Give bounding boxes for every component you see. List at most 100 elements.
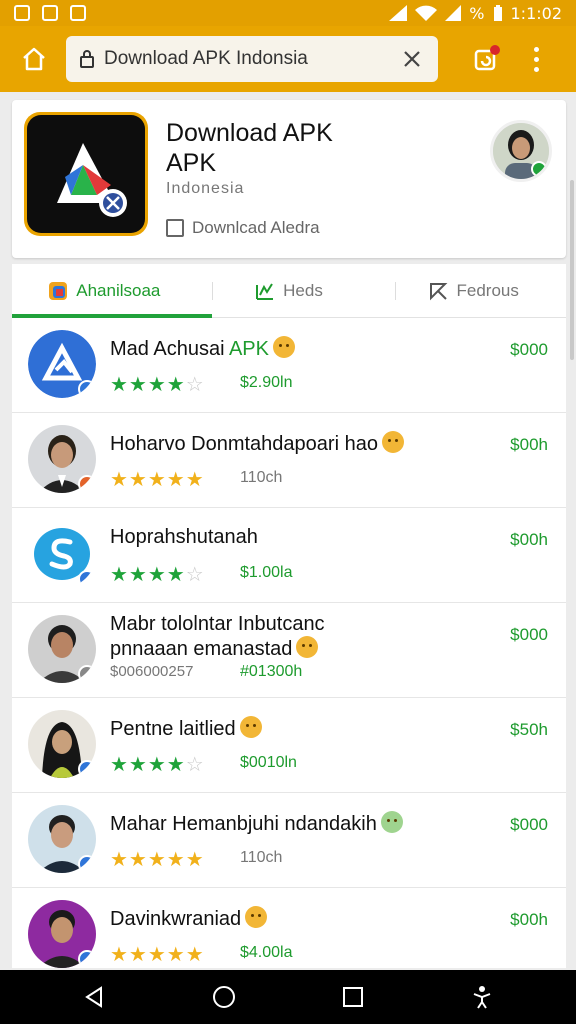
badge-icon <box>78 665 96 683</box>
accessibility-icon <box>473 986 490 1009</box>
item-price: $50h <box>510 720 548 739</box>
verified-icon <box>78 760 96 778</box>
item-title: Pentne laitlied <box>110 716 262 741</box>
home-button[interactable] <box>12 37 56 81</box>
user-avatar-image <box>493 123 549 179</box>
battery-label: % <box>469 3 485 23</box>
verified-icon <box>78 855 96 873</box>
star-rating: ★★★★★ <box>110 847 205 871</box>
emoji-icon <box>239 716 262 738</box>
item-price: $00h <box>510 435 548 454</box>
verified-icon <box>78 570 96 588</box>
item-price: $00h <box>510 530 548 549</box>
star-rating: ★★★★☆ <box>110 752 205 776</box>
item-stat: $1.00la <box>240 564 293 581</box>
profile-avatar[interactable] <box>490 120 552 182</box>
item-price: $00h <box>510 910 548 929</box>
tab-label: Ahanilsoaa <box>76 280 161 300</box>
app-list-panel: Ahanilsoaa Heds Fedrous Mad Achusai APK … <box>12 264 566 968</box>
download-link[interactable]: Downlcad Aledra <box>166 218 320 238</box>
tab-ahanilsoaa[interactable]: Ahanilsoaa <box>12 264 197 317</box>
star-rating: ★★★★☆ <box>110 562 205 586</box>
home-icon <box>23 47 45 71</box>
list-item[interactable]: Mad Achusai APK ★★★★☆ $2.90ln $000 <box>12 318 566 413</box>
item-title: Hoharvo Donmtahdapoari hao <box>110 431 404 456</box>
app-icon[interactable] <box>24 112 148 236</box>
recents-icon <box>342 987 363 1007</box>
wifi-icon <box>415 5 438 21</box>
back-button[interactable] <box>80 982 110 1012</box>
battery-icon <box>493 5 502 21</box>
item-price: $000 <box>510 625 548 644</box>
tabs-button[interactable] <box>466 39 506 79</box>
tab-label: Heds <box>283 280 323 300</box>
list-item[interactable]: Hoprahshutanah ★★★★☆ $1.00la $00h <box>12 508 566 603</box>
gallery-icon <box>70 5 86 21</box>
item-stat: 110ch <box>240 849 283 866</box>
tab-divider <box>212 282 213 300</box>
item-title: Mahar Hemanbjuhi ndandakih <box>110 811 403 836</box>
emoji-icon <box>381 431 404 453</box>
home-nav-button[interactable] <box>209 982 239 1012</box>
segment-tabs: Ahanilsoaa Heds Fedrous <box>12 264 566 318</box>
item-title: Davinkwraniad <box>110 906 268 931</box>
list-item[interactable]: Pentne laitlied ★★★★☆ $0010ln $50h <box>12 698 566 793</box>
home-circle-icon <box>212 986 235 1008</box>
lock-icon <box>78 49 96 69</box>
overflow-menu-button[interactable] <box>524 39 548 79</box>
tab-label: Fedrous <box>456 280 519 300</box>
badge-icon <box>78 475 96 493</box>
url-text: Download APK Indonsia <box>104 48 308 69</box>
emoji-icon <box>380 811 403 833</box>
scrollbar[interactable] <box>570 180 574 360</box>
item-stat: $4.00la <box>240 944 293 961</box>
clock: 1:1:02 <box>510 3 563 23</box>
browser-toolbar: Download APK Indonsia <box>0 26 576 92</box>
back-icon <box>84 986 102 1008</box>
download-label: Downlcad Aledra <box>192 218 320 237</box>
app-avatar <box>28 330 96 398</box>
list-item[interactable]: Davinkwraniad ★★★★★ $4.00la $00h <box>12 888 566 968</box>
url-bar[interactable]: Download APK Indonsia <box>66 36 438 82</box>
clear-url-button[interactable] <box>398 45 426 73</box>
list-item[interactable]: Hoharvo Donmtahdapoari hao ★★★★★ 110ch $… <box>12 413 566 508</box>
item-stat: #01300h <box>240 663 303 680</box>
tab-divider <box>395 282 396 300</box>
star-rating: ★★★★★ <box>110 942 205 966</box>
tab-fedrous[interactable]: Fedrous <box>381 264 566 317</box>
notification-dot <box>490 45 500 55</box>
star-rating: ★★★★☆ <box>110 372 205 396</box>
item-title: Mad Achusai APK <box>110 336 295 361</box>
store-icon <box>48 281 68 301</box>
pin-icon <box>428 281 448 301</box>
status-bar: % 1:1:02 <box>0 0 576 26</box>
item-stat: $0010ln <box>240 754 297 771</box>
user-avatar <box>28 425 96 493</box>
item-stat: $2.90ln <box>240 374 293 391</box>
verified-icon <box>78 950 96 968</box>
item-price: $000 <box>510 815 548 834</box>
signal-icon <box>389 5 408 21</box>
message-icon <box>42 5 58 21</box>
app-header-card: Download APK APK Indonesia Downlcad Aled… <box>12 100 566 258</box>
item-stat: 110ch <box>240 469 283 486</box>
apk-logo-icon <box>57 143 127 217</box>
list-item[interactable]: Mahar Hemanbjuhi ndandakih ★★★★★ 110ch $… <box>12 793 566 888</box>
emoji-icon <box>245 906 268 928</box>
app-avatar <box>28 520 96 588</box>
user-avatar <box>28 900 96 968</box>
user-avatar <box>28 805 96 873</box>
download-icon <box>166 219 184 237</box>
app-subtitle: Indonesia <box>166 180 245 197</box>
tab-heds[interactable]: Heds <box>197 264 382 317</box>
item-meta: $006000257 <box>110 663 194 680</box>
signal-icon-2 <box>445 5 462 21</box>
list-item[interactable]: Mabr tololntar Inbutcanc pnnaaan emanasta… <box>12 603 566 698</box>
accessibility-button[interactable] <box>467 982 497 1012</box>
close-icon <box>404 51 420 67</box>
chart-icon <box>255 281 275 301</box>
system-nav-bar <box>0 970 576 1024</box>
star-rating: ★★★★★ <box>110 467 205 491</box>
item-price: $000 <box>510 340 548 359</box>
recents-button[interactable] <box>338 982 368 1012</box>
